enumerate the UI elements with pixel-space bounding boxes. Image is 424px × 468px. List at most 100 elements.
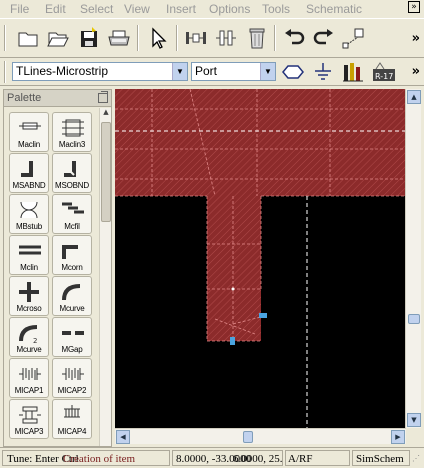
status-message: Tune: Enter Ctrl Creation of item <box>2 450 170 466</box>
palette-item-mcroso[interactable]: Mcroso <box>9 276 49 316</box>
palette-item-msobnd[interactable]: MSOBND <box>52 153 92 193</box>
scroll-down-arrow-icon[interactable]: ▼ <box>407 413 421 427</box>
float-window-icon[interactable] <box>98 91 108 103</box>
status-message-b: Creation of item <box>63 453 136 465</box>
status-coordinates: 8.0000, -33.0000 6.0000, 25.0000 <box>172 450 283 466</box>
menu-schematic[interactable]: Schematic <box>306 2 362 16</box>
vertical-scroll-thumb[interactable] <box>408 314 420 324</box>
component-combo-value: Port <box>195 64 218 78</box>
port-marker-right[interactable] <box>259 313 267 318</box>
palette-item-label: MSOBND <box>55 181 89 190</box>
new-document-icon[interactable] <box>14 24 42 52</box>
tune-icon[interactable]: R-17 <box>371 59 397 85</box>
palette-item-label: MICAP3 <box>14 427 44 436</box>
palette-item-micap2[interactable]: MICAP2 <box>52 358 92 398</box>
palette-item-mbstub[interactable]: MBstub <box>9 194 49 234</box>
menu-tools[interactable]: Tools <box>262 2 290 16</box>
menu-edit[interactable]: Edit <box>45 2 66 16</box>
simulate-icon[interactable] <box>340 59 366 85</box>
menu-insert[interactable]: Insert <box>166 2 196 16</box>
palette-item-micap1[interactable]: MICAP1 <box>9 358 49 398</box>
menu-select[interactable]: Select <box>80 2 113 16</box>
layout-block-top[interactable] <box>115 89 406 196</box>
palette-title: Palette <box>7 92 42 104</box>
statusbar: Tune: Enter Ctrl Creation of item 8.0000… <box>0 447 424 468</box>
mcurve2-icon: 2 <box>19 325 37 345</box>
mclin-icon <box>19 245 41 255</box>
palette-item-mcurve[interactable]: 2 Mcurve <box>9 317 49 357</box>
toolbar-grip <box>4 61 6 83</box>
insert-wire-icon[interactable] <box>340 24 368 52</box>
delete-trash-icon[interactable] <box>243 24 271 52</box>
layout-drawing <box>115 89 406 428</box>
palette-item-maclin[interactable]: Maclin <box>9 112 49 152</box>
menu-options[interactable]: Options <box>209 2 250 16</box>
palette-item-maclin3[interactable]: Maclin3 <box>52 112 92 152</box>
palette-item-msabnd[interactable]: MSABND <box>9 153 49 193</box>
micap1-icon <box>19 368 41 380</box>
toolbar1-more-button[interactable]: » <box>412 31 420 46</box>
undo-icon[interactable] <box>280 24 308 52</box>
palette-item-label: Mcroso <box>16 304 42 313</box>
palette-item-mcurve[interactable]: Mcurve <box>52 276 92 316</box>
port-marker-bottom[interactable] <box>230 337 235 345</box>
anchor-point <box>231 287 235 291</box>
select-arrow-icon[interactable] <box>144 24 172 52</box>
palette-item-label: MSABND <box>12 181 46 190</box>
canvas-vertical-scrollbar[interactable]: ▲ ▼ <box>405 89 421 428</box>
status-coords-b: 6.0000, 25.0000 <box>233 453 283 465</box>
ground-icon[interactable] <box>310 59 336 85</box>
palette-item-label: Mcorn <box>61 263 83 272</box>
chevron-down-icon[interactable]: ▼ <box>172 63 187 80</box>
palette-scrollbar[interactable]: ▲ <box>99 108 111 446</box>
mirror-y-icon[interactable] <box>212 24 240 52</box>
palette-item-mgap[interactable]: MGap <box>52 317 92 357</box>
palette-item-mcorn[interactable]: Mcorn <box>52 235 92 275</box>
component-combo[interactable]: Port ▼ <box>191 62 276 81</box>
palette-item-mcfil[interactable]: Mcfil <box>52 194 92 234</box>
schematic-canvas[interactable] <box>115 89 406 428</box>
palette-item-label: Mcurve <box>16 345 42 354</box>
library-combo-value: TLines-Microstrip <box>16 64 109 78</box>
menubar-more-button[interactable]: » <box>408 1 420 13</box>
palette-item-micap4[interactable]: MICAP4 <box>52 399 92 439</box>
library-combo[interactable]: TLines-Microstrip ▼ <box>12 62 188 81</box>
scroll-left-arrow-icon[interactable]: ◀ <box>116 430 130 444</box>
save-disk-icon[interactable] <box>75 24 103 52</box>
scroll-up-arrow-icon[interactable]: ▲ <box>101 108 111 120</box>
scroll-up-arrow-icon[interactable]: ▲ <box>407 90 421 104</box>
palette-scroll-thumb[interactable] <box>101 122 111 222</box>
resize-grip-icon[interactable]: ⋰ <box>412 454 422 464</box>
palette-header: Palette <box>4 90 111 107</box>
mcfil-icon <box>62 202 84 214</box>
open-folder-icon[interactable] <box>44 24 72 52</box>
mcurve-icon <box>62 284 81 301</box>
menu-file[interactable]: File <box>10 2 29 16</box>
print-icon[interactable] <box>105 24 133 52</box>
micap2-icon <box>62 368 84 380</box>
horizontal-scroll-thumb[interactable] <box>243 431 253 443</box>
scroll-right-arrow-icon[interactable]: ▶ <box>391 430 405 444</box>
status-units-a: A/RF <box>288 453 313 465</box>
canvas-horizontal-scrollbar[interactable]: ◀ ▶ <box>115 428 406 444</box>
redo-icon[interactable] <box>310 24 338 52</box>
micap4-icon <box>64 405 80 418</box>
palette-item-label: Maclin <box>18 140 40 149</box>
port-hexagon-icon[interactable] <box>280 59 306 85</box>
palette-item-label: Mcfil <box>64 222 80 231</box>
palette-item-label: MICAP4 <box>57 427 87 436</box>
menu-view[interactable]: View <box>124 2 150 16</box>
palette-item-micap3[interactable]: MICAP3 <box>9 399 49 439</box>
micap3-icon <box>19 406 41 424</box>
mirror-x-icon[interactable] <box>182 24 210 52</box>
status-units: A/RF <box>285 450 350 466</box>
palette-item-mclin[interactable]: Mclin <box>9 235 49 275</box>
palette-item-label: Maclin3 <box>58 140 86 149</box>
maclin-icon <box>19 122 41 130</box>
palette-item-label: MICAP2 <box>57 386 87 395</box>
chevron-down-icon[interactable]: ▼ <box>260 63 275 80</box>
msabnd-icon <box>21 161 33 177</box>
toolbar2-more-button[interactable]: » <box>412 64 420 79</box>
palette-item-label: MBstub <box>16 222 42 231</box>
mcroso-icon <box>19 282 39 302</box>
